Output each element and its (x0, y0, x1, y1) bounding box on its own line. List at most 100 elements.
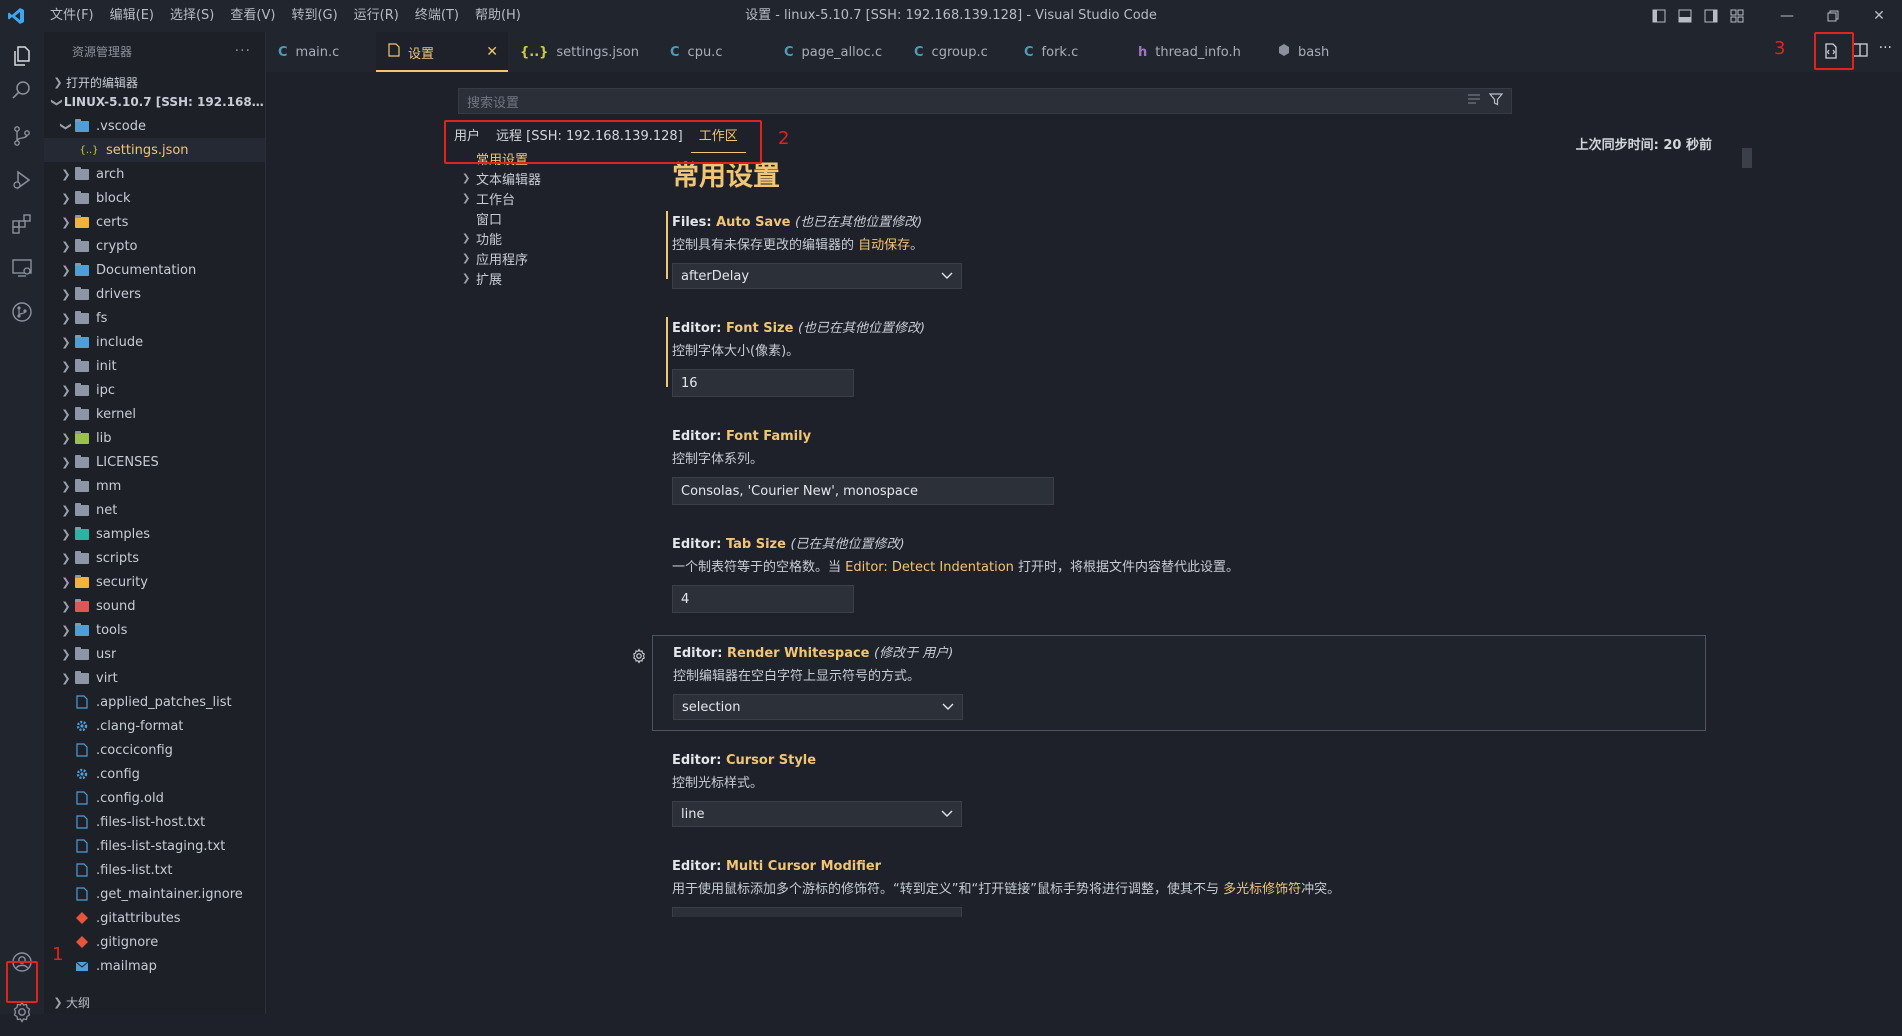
tree-file-label: .files-list-staging.txt (96, 838, 226, 854)
toc-item[interactable]: ❯ 扩展 (462, 268, 636, 288)
tab-[interactable]: 设置 ✕ (376, 32, 508, 72)
tree-file[interactable]: .config (44, 762, 265, 786)
tree-folder[interactable]: ❯ mm (44, 474, 265, 498)
tab-main-c[interactable]: Cmain.c (266, 32, 376, 72)
tree-file[interactable]: .config.old (44, 786, 265, 810)
tree-folder[interactable]: ❯ LICENSES (44, 450, 265, 474)
tree-file[interactable]: .cocciconfig (44, 738, 265, 762)
tree-folder[interactable]: ❯ init (44, 354, 265, 378)
menu-item[interactable]: 编辑(E) (102, 0, 162, 32)
tree-folder[interactable]: ❯ certs (44, 210, 265, 234)
toggle-sidebar-icon[interactable] (1646, 0, 1672, 32)
menu-item[interactable]: 运行(R) (346, 0, 407, 32)
tree-folder[interactable]: ❯ virt (44, 666, 265, 690)
tree-file[interactable]: .files-list.txt (44, 858, 265, 882)
tree-folder[interactable]: ❯ arch (44, 162, 265, 186)
more-actions-icon[interactable]: ··· (235, 43, 251, 59)
setting-input[interactable]: Consolas, 'Courier New', monospace (672, 477, 1054, 505)
extensions-icon[interactable] (0, 200, 44, 248)
setting-link[interactable]: Editor: Detect Indentation (845, 560, 1014, 575)
tree-folder[interactable]: ❯ lib (44, 426, 265, 450)
setting-dropdown[interactable]: afterDelay (672, 263, 962, 289)
toc-item[interactable]: ❯ 功能 (462, 228, 636, 248)
menu-item[interactable]: 选择(S) (162, 0, 222, 32)
tree-file[interactable]: .files-list-host.txt (44, 810, 265, 834)
tree-file-label: .files-list-host.txt (96, 814, 206, 830)
source-control-icon[interactable] (0, 112, 44, 160)
gitlens-icon[interactable] (0, 288, 44, 336)
tab-thread-info-h[interactable]: h thread_info.h (1126, 32, 1266, 72)
remote-explorer-icon[interactable] (0, 244, 44, 292)
menu-item[interactable]: 查看(V) (222, 0, 283, 32)
minimize-icon[interactable]: — (1764, 0, 1810, 32)
workspace-root[interactable]: ❯ LINUX-5.10.7 [SSH: 192.168.139... (44, 90, 265, 114)
tree-folder[interactable]: ❯ kernel (44, 402, 265, 426)
search-icon[interactable] (0, 66, 44, 114)
toggle-secondary-sidebar-icon[interactable] (1698, 0, 1724, 32)
tree-folder[interactable]: ❯ usr (44, 642, 265, 666)
close-window-icon[interactable]: ✕ (1856, 0, 1902, 32)
tab-page-alloc-c[interactable]: Cpage_alloc.c (772, 32, 902, 72)
tree-file[interactable]: .get_maintainer.ignore (44, 882, 265, 906)
setting-title: Editor: Font Size (也已在其他位置修改) (672, 319, 1516, 339)
tree-folder[interactable]: ❯ block (44, 186, 265, 210)
tree-folder[interactable]: ❯ tools (44, 618, 265, 642)
setting-input[interactable]: 4 (672, 585, 854, 613)
tab-cgroup-c[interactable]: Ccgroup.c (902, 32, 1012, 72)
restore-icon[interactable] (1810, 0, 1856, 32)
tab-settings-json[interactable]: {..} settings.json (508, 32, 658, 72)
chevron-right-icon: ❯ (61, 287, 71, 301)
tree-folder[interactable]: ❯ scripts (44, 546, 265, 570)
tree-folder[interactable]: ❯ crypto (44, 234, 265, 258)
tree-file[interactable]: .gitignore (44, 930, 265, 954)
tab-fork-c[interactable]: Cfork.c (1012, 32, 1126, 72)
split-editor-icon[interactable] (1852, 42, 1868, 62)
outline-section[interactable]: ❯ 大纲 (44, 990, 266, 1014)
toc-item[interactable]: 窗口 (476, 208, 636, 228)
setting-link[interactable]: 多光标修饰符 (1223, 882, 1301, 897)
tab-cpu-c[interactable]: Ccpu.c (658, 32, 772, 72)
menu-item[interactable]: 帮助(H) (467, 0, 529, 32)
tree-file-settings-json[interactable]: {..} settings.json (44, 138, 265, 162)
scrollbar-thumb[interactable] (1742, 148, 1752, 168)
setting-input[interactable]: 16 (672, 369, 854, 397)
tree-folder[interactable]: ❯ Documentation (44, 258, 265, 282)
more-actions-icon[interactable]: ··· (1879, 40, 1892, 56)
tree-folder[interactable]: ❯ drivers (44, 282, 265, 306)
tree-folder[interactable]: ❯ security (44, 570, 265, 594)
close-tab-icon[interactable]: ✕ (486, 44, 498, 60)
toggle-panel-icon[interactable] (1672, 0, 1698, 32)
gear-file-icon (74, 718, 90, 734)
tree-folder[interactable]: ❯ ipc (44, 378, 265, 402)
tree-folder[interactable]: ❯ sound (44, 594, 265, 618)
toc-item[interactable]: ❯ 文本编辑器 (462, 168, 636, 188)
filter-icon[interactable] (1488, 92, 1504, 110)
tree-file[interactable]: .clang-format (44, 714, 265, 738)
settings-editor: 搜索设置 用户 远程 [SSH: 192.168.139.128] 工作区 上次同步… (266, 72, 1902, 1014)
tree-file[interactable]: .applied_patches_list (44, 690, 265, 714)
tree-folder[interactable]: ❯ net (44, 498, 265, 522)
menu-item[interactable]: 文件(F) (42, 0, 102, 32)
tree-file[interactable]: .mailmap (44, 954, 265, 978)
setting-dropdown[interactable]: selection (673, 694, 963, 720)
toc-item[interactable]: ❯ 工作台 (462, 188, 636, 208)
menu-item[interactable]: 终端(T) (407, 0, 467, 32)
tree-folder[interactable]: ❯ fs (44, 306, 265, 330)
menu-item[interactable]: 转到(G) (283, 0, 345, 32)
setting-link[interactable]: 自动保存 (858, 238, 910, 253)
toc-item[interactable]: ❯ 应用程序 (462, 248, 636, 268)
tree-file[interactable]: .gitattributes (44, 906, 265, 930)
tree-folder[interactable]: ❯ include (44, 330, 265, 354)
run-debug-icon[interactable] (0, 156, 44, 204)
setting-note[interactable]: (修改于 用户) (874, 646, 953, 661)
tree-file[interactable]: .files-list-staging.txt (44, 834, 265, 858)
customize-layout-icon[interactable] (1724, 0, 1750, 32)
tree-folder-vscode[interactable]: ❯ .vscode (44, 114, 265, 138)
setting-dropdown[interactable] (672, 907, 962, 917)
search-settings-input[interactable]: 搜索设置 (458, 88, 1512, 114)
tab-bash[interactable]: bash (1266, 32, 1356, 72)
setting-gear-icon[interactable] (631, 648, 647, 668)
tree-folder[interactable]: ❯ samples (44, 522, 265, 546)
clear-filter-icon[interactable] (1467, 93, 1481, 109)
setting-dropdown[interactable]: line (672, 801, 962, 827)
